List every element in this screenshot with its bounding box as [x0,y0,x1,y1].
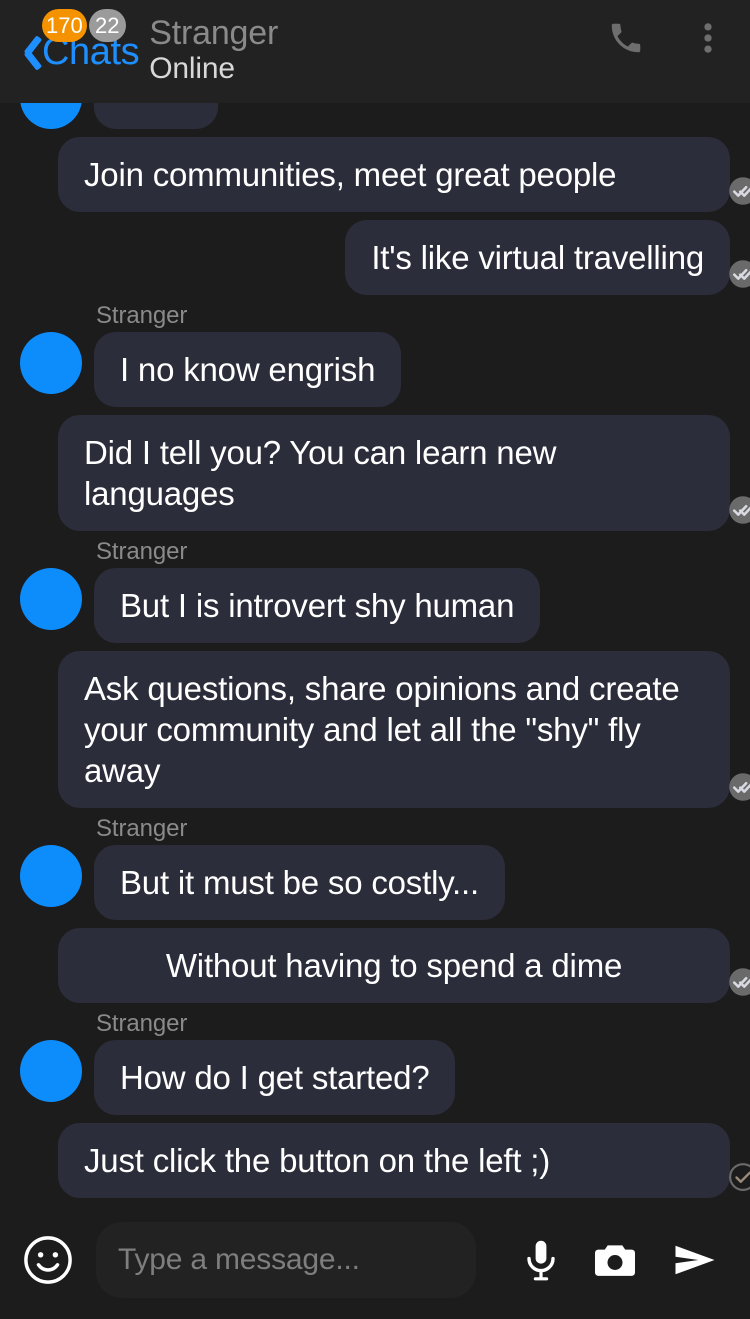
message-bubble [94,103,218,129]
message-group: Just click the button on the left ;) [20,1123,750,1198]
double-check-filled-icon [728,772,750,802]
message-sender-name: Stranger [96,302,188,329]
message-group: Stranger I no know engrish [20,303,730,407]
message-composer [0,1200,750,1319]
microphone-icon[interactable] [512,1231,570,1289]
double-check-filled-icon [728,495,750,525]
more-vertical-icon[interactable] [688,18,728,58]
message-bubble: I no know engrish [94,332,402,407]
message-partial-top [20,103,730,129]
message-bubble: Just click the button on the left ;) [58,1123,730,1198]
message-bubble: But it must be so costly... [94,845,505,920]
unread-badges: 170 22 [42,9,126,42]
chat-app: Chats 170 22 Stranger Online Join commun… [0,0,750,1319]
message-sender-name: Stranger [96,815,188,842]
header-actions [606,0,750,76]
avatar [20,1040,82,1102]
back-to-chats-button[interactable]: Chats 170 22 [0,0,140,103]
message-row[interactable]: How do I get started? [20,1040,730,1115]
message-bubble: It's like virtual travelling [345,220,730,295]
message-sender-name: Stranger [96,538,188,565]
chat-header: Chats 170 22 Stranger Online [0,0,750,103]
avatar [20,845,82,907]
peer-name: Stranger [149,14,279,52]
message-row[interactable]: I no know engrish [20,332,730,407]
message-group: Stranger But it must be so costly... [20,816,730,920]
peer-info[interactable]: Stranger Online [149,0,278,86]
double-check-filled-icon [728,176,750,206]
message-row[interactable]: Did I tell you? You can learn new langua… [20,415,750,531]
peer-status: Online [149,52,235,85]
message-group: Ask questions, share opinions and create… [20,651,750,808]
message-bubble: Did I tell you? You can learn new langua… [58,415,730,531]
avatar [20,103,82,129]
message-list[interactable]: Join communities, meet great people It's… [0,103,750,1200]
message-bubble: Ask questions, share opinions and create… [58,651,730,808]
message-bubble: But I is introvert shy human [94,568,541,643]
message-group: Stranger How do I get started? [20,1011,730,1115]
message-group: Join communities, meet great people [20,137,750,212]
message-row[interactable]: Ask questions, share opinions and create… [20,651,750,808]
check-circle-outline-icon [728,1162,750,1192]
message-row[interactable]: Without having to spend a dime [20,928,750,1003]
message-group: Without having to spend a dime [20,928,750,1003]
badge-unread-primary: 170 [42,9,87,42]
message-sender-name: Stranger [96,1010,188,1037]
avatar [20,332,82,394]
message-group: Stranger But I is introvert shy human [20,539,730,643]
message-group: It's like virtual travelling [20,220,750,295]
message-bubble: Without having to spend a dime [58,928,730,1003]
message-bubble: How do I get started? [94,1040,456,1115]
message-bubble: Join communities, meet great people [58,137,730,212]
message-input-wrapper[interactable] [96,1222,476,1298]
message-row[interactable]: Join communities, meet great people [20,137,750,212]
message-input[interactable] [118,1243,454,1277]
message-group: Did I tell you? You can learn new langua… [20,415,750,531]
camera-icon[interactable] [586,1231,644,1289]
double-check-filled-icon [728,967,750,997]
phone-icon[interactable] [606,18,646,58]
smiley-icon[interactable] [22,1234,74,1286]
send-icon[interactable] [666,1231,724,1289]
chevron-left-icon [14,32,40,72]
message-row[interactable]: It's like virtual travelling [20,220,750,295]
message-row[interactable]: Just click the button on the left ;) [20,1123,750,1198]
double-check-filled-icon [728,259,750,289]
message-row[interactable]: But I is introvert shy human [20,568,730,643]
message-row[interactable]: But it must be so costly... [20,845,730,920]
avatar [20,568,82,630]
badge-unread-secondary: 22 [88,9,126,42]
